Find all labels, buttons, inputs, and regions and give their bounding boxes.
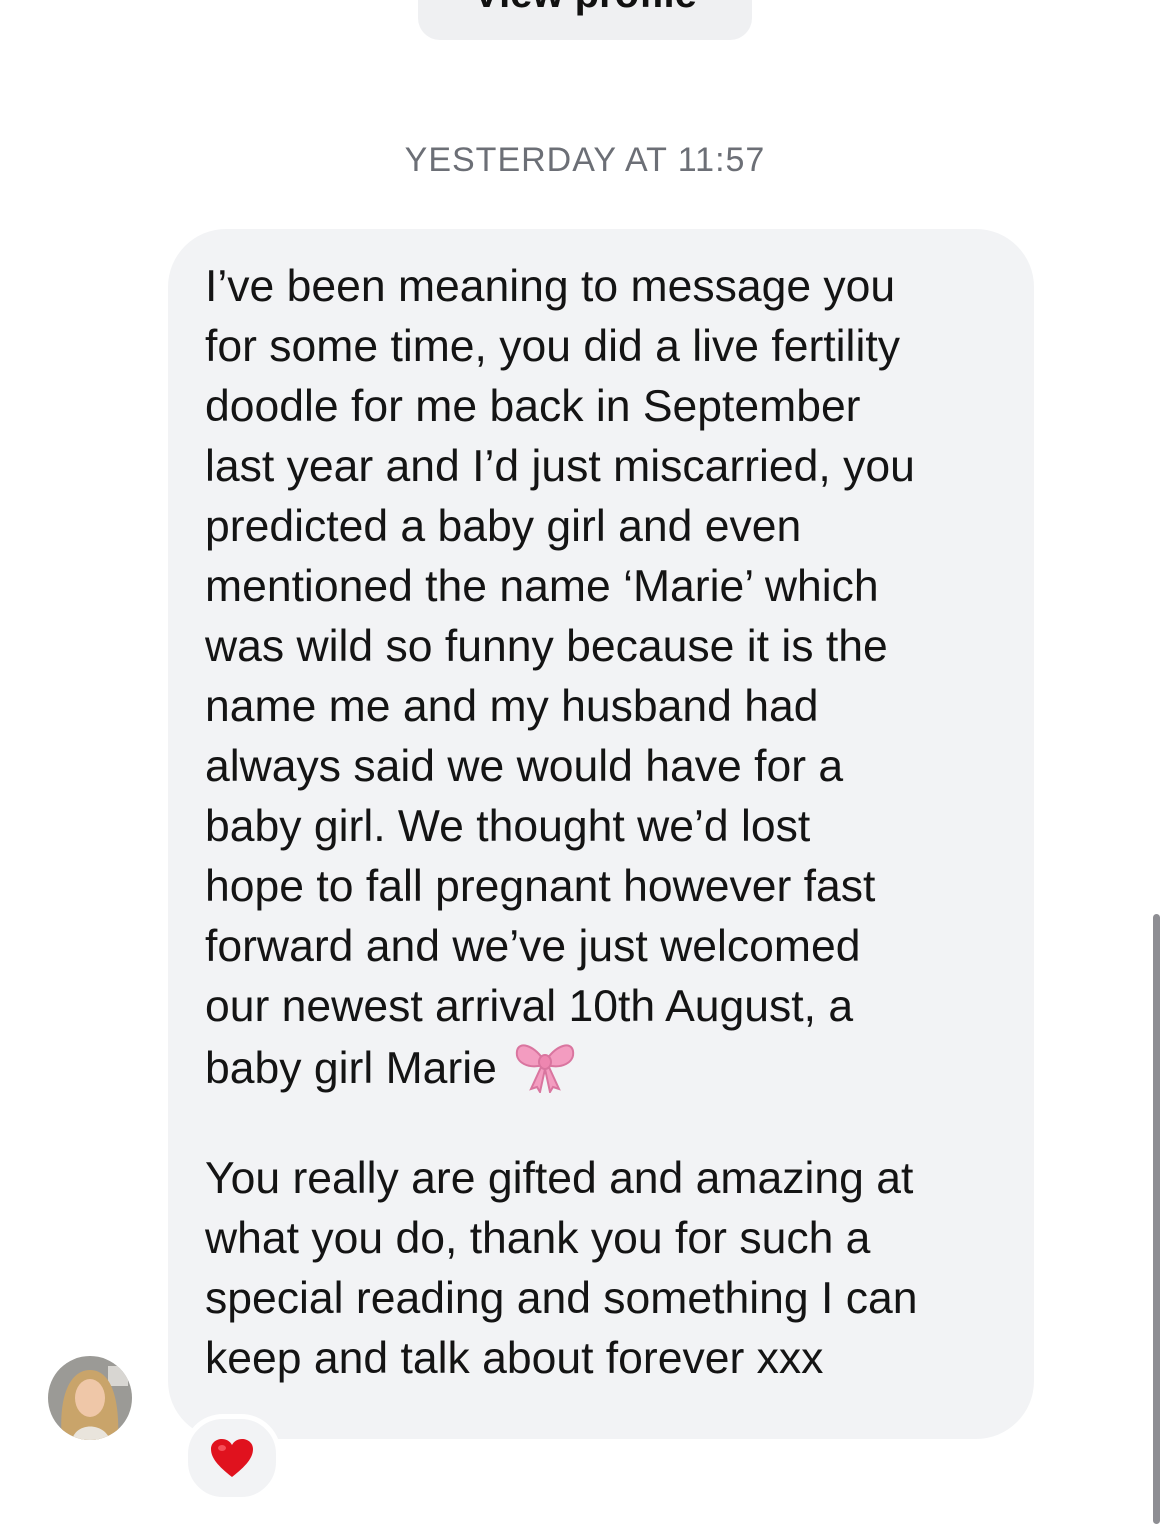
sender-avatar[interactable]	[48, 1356, 132, 1440]
message-bubble[interactable]: I’ve been meaning to message you for som…	[168, 229, 1034, 1439]
view-profile-button[interactable]: View profile	[418, 0, 752, 40]
message-timestamp: YESTERDAY AT 11:57	[404, 141, 766, 179]
reaction-badge[interactable]	[183, 1414, 281, 1502]
message-paragraph-1: I’ve been meaning to message you for som…	[205, 257, 1004, 1099]
avatar-icon	[48, 1356, 132, 1440]
message-paragraph-1-text: I’ve been meaning to message you for som…	[205, 262, 915, 1093]
scrollbar[interactable]	[1153, 914, 1160, 1524]
message-paragraph-2: You really are gifted and amazing at wha…	[205, 1154, 918, 1383]
red-heart-icon	[211, 1439, 253, 1477]
ribbon-icon	[513, 1037, 577, 1095]
